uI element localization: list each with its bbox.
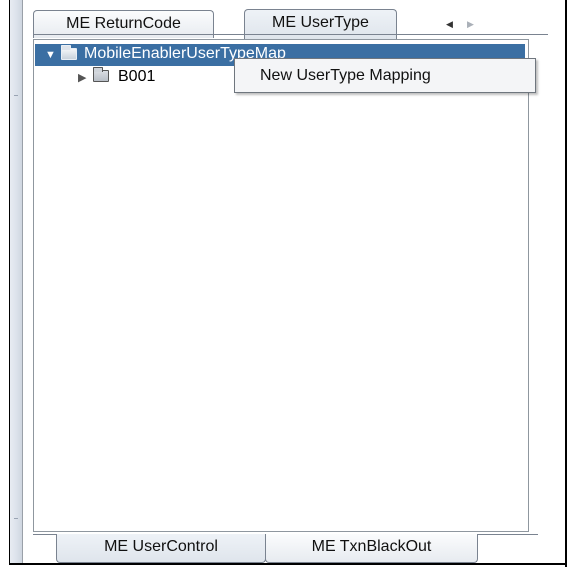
scroll-left-icon[interactable]: ◀ (446, 19, 453, 30)
window-bottom-border (9, 563, 567, 565)
scroll-right-icon[interactable]: ▶ (467, 19, 474, 30)
tab-strip-divider (33, 34, 548, 35)
splitter-grip-mark (14, 518, 18, 519)
folder-icon (93, 67, 109, 82)
usertype-tree[interactable]: ▼ MobileEnablerUserTypeMap ▶ B001 (33, 39, 529, 532)
collapsed-triangle-icon[interactable]: ▶ (78, 68, 86, 88)
menu-item-new-usertype-mapping[interactable]: New UserType Mapping (235, 59, 535, 92)
window-right-border (565, 0, 567, 567)
folder-icon (61, 45, 77, 60)
tab-me-txnblackout[interactable]: ME TxnBlackOut (265, 534, 478, 563)
context-menu: New UserType Mapping (234, 58, 536, 93)
side-splitter-strip[interactable] (10, 0, 22, 563)
expanded-triangle-icon[interactable]: ▼ (45, 45, 56, 65)
splitter-grip-mark (14, 95, 18, 96)
tab-scroll-buttons: ◀ ▶ (434, 18, 490, 34)
tab-me-usercontrol[interactable]: ME UserControl (56, 534, 266, 563)
tree-node-label: B001 (118, 68, 156, 85)
bottom-tab-bar: ME UserControl ME TxnBlackOut (24, 534, 552, 563)
